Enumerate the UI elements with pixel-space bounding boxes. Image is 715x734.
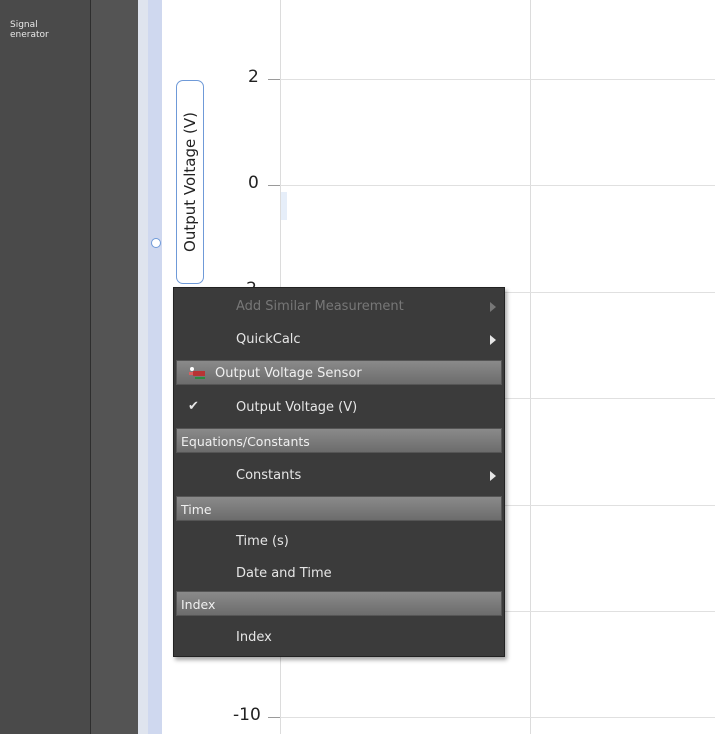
left-tool-panel: Signal enerator bbox=[0, 0, 90, 734]
menu-header-index: Index bbox=[176, 591, 502, 616]
submenu-arrow-icon bbox=[490, 335, 496, 345]
menu-item-add-similar-measurement[interactable]: Add Similar Measurement bbox=[174, 291, 504, 322]
grid-line-horizontal bbox=[280, 79, 715, 80]
menu-item-index[interactable]: Index bbox=[174, 622, 504, 653]
submenu-arrow-icon bbox=[490, 302, 496, 312]
measurement-context-menu: Add Similar Measurement QuickCalc Output… bbox=[173, 287, 505, 657]
secondary-panel bbox=[90, 0, 138, 734]
signal-generator-label[interactable]: Signal enerator bbox=[10, 20, 49, 40]
y-tick-label: 2 bbox=[248, 67, 259, 87]
axis-handle-icon[interactable] bbox=[151, 238, 161, 248]
menu-item-constants[interactable]: Constants bbox=[174, 460, 504, 491]
menu-header-time: Time bbox=[176, 496, 502, 521]
y-axis-label-button[interactable]: Output Voltage (V) bbox=[176, 80, 204, 284]
menu-header-output-voltage-sensor: Output Voltage Sensor bbox=[176, 360, 502, 385]
menu-item-date-and-time[interactable]: Date and Time bbox=[174, 558, 504, 589]
y-tick-label: -10 bbox=[233, 705, 261, 725]
y-tick bbox=[268, 79, 280, 80]
y-tick-label: 0 bbox=[248, 173, 259, 193]
checkmark-icon: ✔ bbox=[188, 399, 199, 414]
menu-item-time-s[interactable]: Time (s) bbox=[174, 526, 504, 557]
grid-line-horizontal bbox=[280, 185, 715, 186]
menu-header-equations-constants: Equations/Constants bbox=[176, 428, 502, 453]
sensor-icon bbox=[189, 367, 205, 379]
axis-drop-zone bbox=[148, 0, 162, 734]
y-axis-label-text: Output Voltage (V) bbox=[181, 112, 199, 252]
submenu-arrow-icon bbox=[490, 471, 496, 481]
data-marker bbox=[281, 192, 287, 220]
panel-divider bbox=[138, 0, 148, 734]
y-tick bbox=[268, 185, 280, 186]
grid-line-horizontal bbox=[280, 717, 715, 718]
grid-line-vertical bbox=[530, 0, 531, 734]
y-tick bbox=[268, 717, 280, 718]
menu-item-quickcalc[interactable]: QuickCalc bbox=[174, 324, 504, 355]
menu-item-output-voltage[interactable]: ✔ Output Voltage (V) bbox=[174, 392, 504, 423]
